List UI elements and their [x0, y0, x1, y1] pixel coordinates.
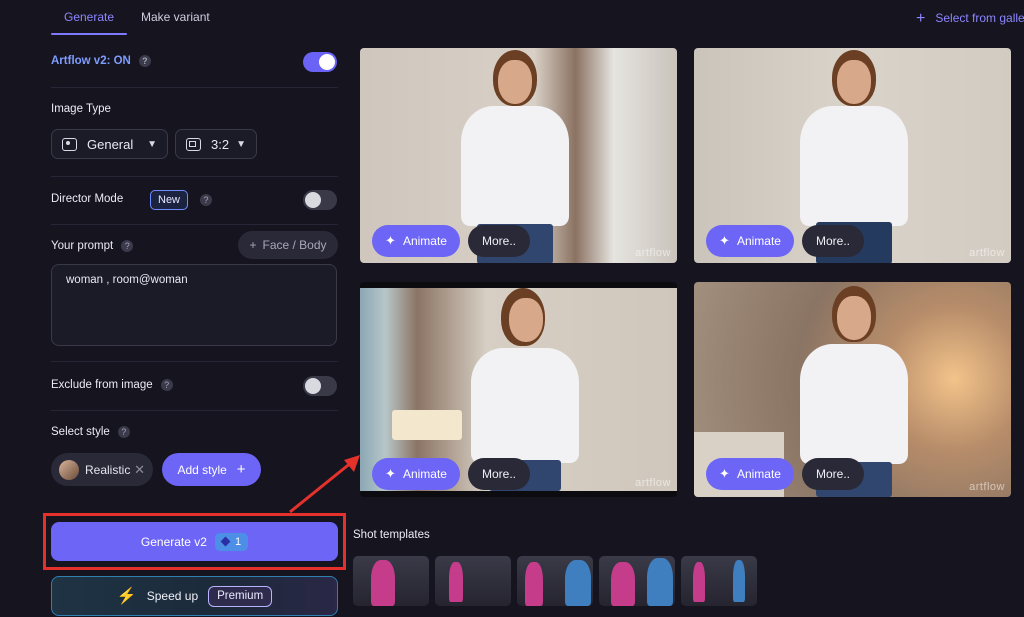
- more-label: More..: [481, 467, 516, 481]
- watermark: artflow: [635, 247, 671, 259]
- prompt-input[interactable]: woman , room@woman: [51, 264, 337, 346]
- more-button[interactable]: More..: [802, 225, 864, 257]
- generate-button[interactable]: Generate v2 1: [51, 522, 338, 561]
- divider: [51, 361, 338, 362]
- annotation-arrow: [289, 455, 360, 514]
- select-from-gallery-label: Select from gallery: [935, 11, 1024, 25]
- speed-up-button[interactable]: ⚡ Speed up Premium: [51, 576, 338, 616]
- animate-label: Animate: [736, 467, 781, 481]
- aspect-ratio-icon: [186, 137, 201, 151]
- generate-label: Generate v2: [140, 534, 207, 549]
- sparkle-icon: ✦: [719, 466, 730, 481]
- sparkle-icon: ✦: [719, 233, 730, 248]
- lightning-icon: ⚡: [116, 588, 137, 605]
- image-type-value: General: [87, 136, 134, 152]
- shot-template-thumbnail[interactable]: [681, 556, 757, 606]
- animate-button[interactable]: ✦ Animate: [372, 458, 460, 490]
- aspect-ratio-dropdown[interactable]: 3:2 ▼: [175, 129, 257, 159]
- plus-icon: +: [249, 238, 257, 252]
- watermark: artflow: [969, 247, 1005, 259]
- tab-bar: Generate Make variant: [0, 0, 355, 36]
- director-mode-toggle[interactable]: [303, 190, 337, 210]
- style-chip-realistic[interactable]: Realistic ✕: [51, 453, 153, 486]
- close-icon[interactable]: ✕: [134, 462, 145, 478]
- divider: [51, 87, 338, 88]
- generated-image-2[interactable]: ✦ Animate More.. artflow: [694, 48, 1011, 263]
- help-icon[interactable]: ?: [138, 55, 151, 67]
- more-label: More..: [481, 234, 516, 248]
- artflow-label: Artflow v2: ON: [51, 55, 131, 68]
- shot-template-thumbnail[interactable]: [353, 556, 429, 606]
- prompt-text: woman , room@woman: [66, 274, 188, 286]
- more-button[interactable]: More..: [802, 458, 864, 490]
- aspect-ratio-value: 3:2: [211, 136, 230, 152]
- new-badge: New: [150, 190, 189, 210]
- shot-template-thumbnail[interactable]: [599, 556, 675, 606]
- animate-button[interactable]: ✦ Animate: [706, 458, 794, 490]
- animate-label: Animate: [402, 467, 447, 481]
- animate-button[interactable]: ✦ Animate: [706, 225, 794, 257]
- camera-focus-icon: [62, 137, 77, 151]
- shot-template-thumbnail[interactable]: [517, 556, 593, 606]
- divider: [51, 224, 338, 225]
- animate-label: Animate: [736, 234, 781, 248]
- tab-generate[interactable]: Generate: [64, 10, 114, 24]
- exclude-label: Exclude from image: [51, 379, 153, 392]
- plus-icon: +: [916, 10, 926, 27]
- face-body-button[interactable]: + Face / Body: [238, 231, 338, 259]
- chevron-down-icon: ▼: [147, 138, 157, 150]
- more-label: More..: [815, 234, 850, 248]
- more-button[interactable]: More..: [468, 225, 530, 257]
- exclude-row: Exclude from image?: [51, 379, 173, 391]
- image-type-dropdown[interactable]: General ▼: [51, 129, 168, 159]
- add-style-label: Add style: [177, 462, 227, 477]
- animate-button[interactable]: ✦ Animate: [372, 225, 460, 257]
- generated-image-3[interactable]: ✦ Animate More.. artflow: [360, 282, 677, 497]
- exclude-toggle[interactable]: [303, 376, 337, 396]
- tab-make-variant[interactable]: Make variant: [141, 10, 210, 24]
- image-type-label: Image Type: [51, 103, 111, 115]
- help-icon[interactable]: ?: [121, 240, 134, 252]
- generated-image-4[interactable]: ✦ Animate More.. artflow: [694, 282, 1011, 497]
- director-mode-label: Director Mode: [51, 193, 124, 205]
- face-body-label: Face / Body: [262, 238, 327, 252]
- premium-badge: Premium: [208, 585, 273, 607]
- help-icon[interactable]: ?: [117, 426, 130, 438]
- more-label: More..: [815, 467, 850, 481]
- generated-image-1[interactable]: ✦ Animate More.. artflow: [360, 48, 677, 263]
- credit-badge: 1: [214, 532, 249, 551]
- select-style-label: Select style: [51, 426, 110, 439]
- artflow-toggle[interactable]: [303, 52, 337, 72]
- sparkle-icon: ✦: [385, 233, 396, 248]
- watermark: artflow: [635, 477, 671, 489]
- divider: [51, 176, 338, 177]
- help-icon[interactable]: ?: [160, 379, 173, 391]
- prompt-row: Your prompt?: [51, 240, 134, 253]
- style-row: Select style?: [51, 426, 130, 438]
- watermark: artflow: [969, 481, 1005, 493]
- speed-up-label: Speed up: [146, 589, 199, 603]
- shot-templates-label: Shot templates: [353, 529, 430, 541]
- style-chip-label: Realistic: [85, 462, 131, 477]
- prompt-label: Your prompt: [51, 240, 114, 253]
- help-icon[interactable]: ?: [200, 194, 212, 206]
- credit-count: 1: [234, 535, 242, 548]
- animate-label: Animate: [402, 234, 447, 248]
- plus-icon: +: [236, 461, 246, 478]
- more-button[interactable]: More..: [468, 458, 530, 490]
- active-tab-indicator: [51, 33, 127, 35]
- add-style-button[interactable]: Add style +: [162, 453, 261, 486]
- shot-template-thumbnail[interactable]: [435, 556, 511, 606]
- style-thumbnail: [59, 459, 79, 480]
- sparkle-icon: ✦: [385, 466, 396, 481]
- artflow-row: Artflow v2: ON?: [51, 55, 151, 67]
- gem-icon: [220, 536, 231, 547]
- chevron-down-icon: ▼: [236, 138, 246, 150]
- divider: [51, 410, 338, 411]
- select-from-gallery-button[interactable]: + Select from gallery: [916, 9, 1024, 27]
